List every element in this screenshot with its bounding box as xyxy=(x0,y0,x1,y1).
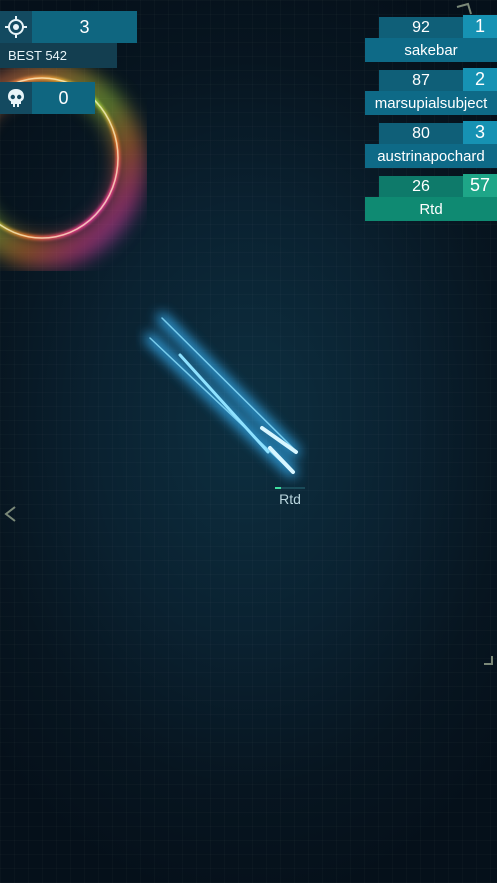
arena-corner-left xyxy=(4,506,16,522)
leaderboard-name: sakebar xyxy=(365,38,497,62)
leaderboard-entry-player: 26 57 Rtd xyxy=(365,174,497,221)
kills-counter: 0 xyxy=(0,82,95,114)
targets-counter: 3 xyxy=(0,11,137,43)
leaderboard-rank: 3 xyxy=(463,121,497,144)
leaderboard-rank: 2 xyxy=(463,68,497,91)
leaderboard-score: 26 xyxy=(379,176,463,197)
player-name-label: Rtd xyxy=(279,491,301,507)
kills-value: 0 xyxy=(32,82,95,114)
leaderboard-name: austrinapochard xyxy=(365,144,497,168)
best-score: BEST 542 xyxy=(0,43,117,68)
leaderboard-entry: 80 3 austrinapochard xyxy=(365,121,497,168)
leaderboard-entry: 87 2 marsupialsubject xyxy=(365,68,497,115)
leaderboard-name: Rtd xyxy=(365,197,497,221)
leaderboard-score: 92 xyxy=(379,17,463,38)
leaderboard-score: 87 xyxy=(379,70,463,91)
player-health-fill xyxy=(275,487,281,489)
skull-icon xyxy=(0,82,32,114)
targets-value: 3 xyxy=(32,11,137,43)
leaderboard-name: marsupialsubject xyxy=(365,91,497,115)
leaderboard-entry: 92 1 sakebar xyxy=(365,15,497,62)
arena-corner-bottom xyxy=(484,656,493,665)
crosshair-icon xyxy=(0,11,32,43)
leaderboard-rank: 57 xyxy=(463,174,497,197)
leaderboard-rank: 1 xyxy=(463,15,497,38)
player-health-bar xyxy=(275,487,305,489)
leaderboard-score: 80 xyxy=(379,123,463,144)
arena-corner-top xyxy=(456,2,472,15)
player-ship xyxy=(145,313,300,477)
